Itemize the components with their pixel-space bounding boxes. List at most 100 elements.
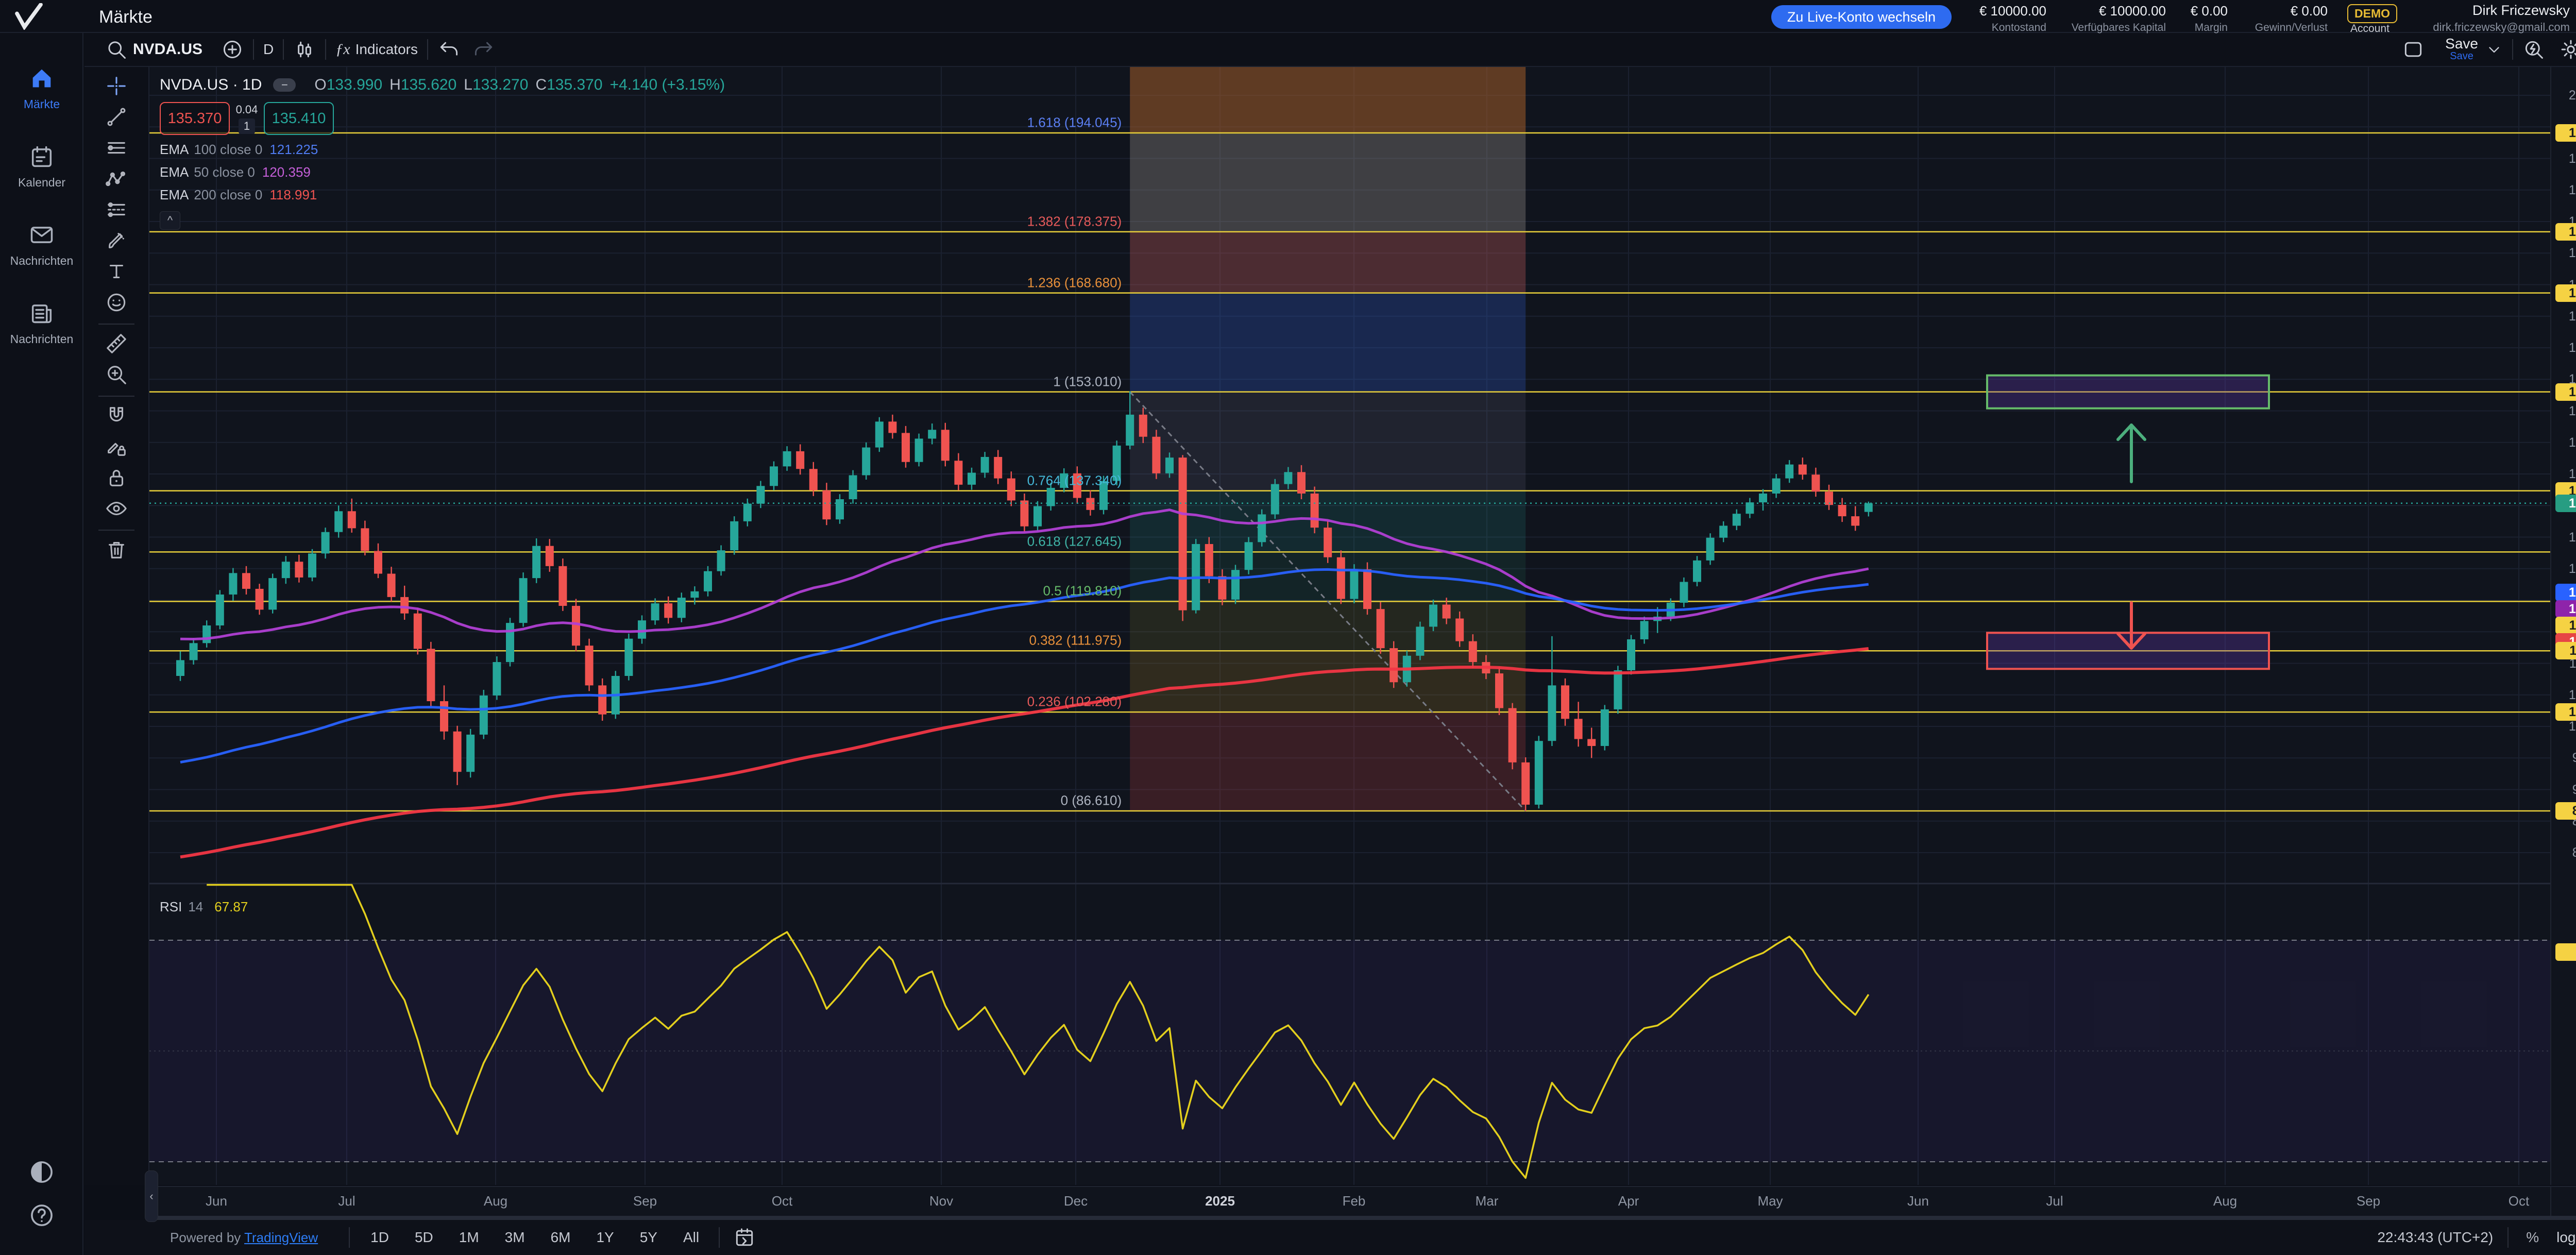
compare-add-icon[interactable] (221, 38, 244, 61)
toolbar-separator (253, 39, 254, 60)
object-tree-icon[interactable] (2402, 38, 2425, 61)
log-scale-button[interactable]: log (2556, 1229, 2575, 1246)
remove-all-tool[interactable] (105, 538, 128, 562)
rsi-legend[interactable]: RSI 14 67.87 (160, 899, 248, 915)
candlestick-chart[interactable] (149, 67, 2550, 1185)
brush-tool[interactable] (105, 229, 128, 252)
stat-verfuegbares-kapital: € 10000.00Verfügbares Kapital (2061, 3, 2166, 34)
price-level-label: 194.045 (2555, 124, 2576, 142)
powered-by: Powered by TradingView (170, 1230, 318, 1246)
stat-kontostand: € 10000.00Kontostand (1937, 3, 2046, 34)
fib-level-label: 0.382 (111.975) (1029, 633, 1122, 649)
trend-line-tool[interactable] (105, 105, 128, 129)
redo-icon[interactable] (472, 38, 495, 61)
time-axis[interactable]: JunJulAugSepOctNovDec2025FebMarAprMayJun… (149, 1186, 2550, 1216)
chart-area[interactable]: NVDA.US · 1D − O 133.990 H 135.620 L 133… (149, 67, 2550, 1185)
ema-100-legend[interactable]: EMA 100 close 0 121.225 (160, 142, 725, 158)
magnet-tool[interactable] (105, 404, 128, 428)
interval-button[interactable]: D (263, 41, 274, 58)
switch-to-live-button[interactable]: Zu Live-Konto wechseln (1771, 5, 1952, 29)
emoji-tool[interactable] (105, 291, 128, 314)
horizontal-line-tool[interactable] (105, 136, 128, 160)
rsi-tick-label: 40.00 (2551, 1099, 2576, 1114)
price-tick-label: 140.000 (2551, 467, 2576, 482)
undo-icon[interactable] (437, 38, 460, 61)
chevron-down-icon[interactable] (2485, 38, 2503, 61)
timeframe-1y[interactable]: 1Y (591, 1226, 619, 1249)
ruler-tool[interactable] (105, 332, 128, 355)
price-tick-label: 105.000 (2551, 688, 2576, 703)
percent-scale-button[interactable]: % (2526, 1229, 2539, 1246)
month-label: Sep (633, 1193, 657, 1209)
sell-button[interactable]: 135.370 (160, 102, 230, 135)
price-tick-label: 185.000 (2551, 183, 2576, 198)
toolbar-separator (2512, 39, 2513, 60)
demo-badge: DEMO (2347, 4, 2397, 23)
pane-divider[interactable] (149, 1216, 2576, 1220)
indicators-button[interactable]: ƒx Indicators (335, 41, 418, 58)
price-tick-label: 190.000 (2551, 151, 2576, 166)
toolbar-separator (98, 324, 134, 325)
legend-visibility-pill[interactable]: − (273, 78, 296, 92)
gear-icon[interactable] (2560, 38, 2576, 61)
buy-button[interactable]: 135.410 (264, 102, 334, 135)
timeframe-3m[interactable]: 3M (500, 1226, 530, 1249)
app-sidebar: Märkte Kalender Nachrichten Nachrichten (0, 33, 83, 1255)
price-axis[interactable]: 200.000190.000185.000180.000175.000170.0… (2550, 67, 2576, 1185)
sidebar-item-kalender-1[interactable]: Kalender (0, 143, 83, 190)
text-tool[interactable] (105, 260, 128, 283)
timeframe-1d[interactable]: 1D (365, 1226, 394, 1249)
sidebar-item-nachrichten-2[interactable]: Nachrichten (0, 222, 83, 268)
month-label: Apr (1618, 1193, 1639, 1209)
ohlc-close-label: C (535, 76, 547, 94)
timeframe-all[interactable]: All (678, 1226, 704, 1249)
drawing-toolbar (84, 67, 149, 1185)
legend-symbol[interactable]: NVDA.US · 1D (160, 76, 262, 94)
price-tick-label: 150.000 (2551, 404, 2576, 419)
save-button[interactable]: Save Save (2445, 37, 2478, 62)
ema-50-legend[interactable]: EMA 50 close 0 120.359 (160, 164, 725, 180)
quick-search-icon[interactable] (2522, 38, 2545, 61)
chart-legend: NVDA.US · 1D − O 133.990 H 135.620 L 133… (160, 76, 725, 230)
hide-all-tool[interactable] (105, 497, 128, 520)
legend-collapse-button[interactable]: ^ (160, 211, 180, 230)
clock[interactable]: 22:43:43 (UTC+2) (2377, 1229, 2493, 1246)
demo-account-label: Account (2347, 23, 2393, 35)
tradingview-link[interactable]: TradingView (244, 1230, 318, 1245)
symbol-search-button[interactable]: NVDA.US (133, 41, 202, 58)
lock-all-tool[interactable] (105, 466, 128, 489)
fib-retracement-tool[interactable] (105, 198, 128, 222)
month-label: Jun (1907, 1193, 1929, 1209)
fx-icon: ƒx (335, 41, 350, 58)
sidebar-item-märkte-0[interactable]: Märkte (0, 65, 83, 111)
timeframe-5y[interactable]: 5Y (635, 1226, 663, 1249)
search-icon[interactable] (105, 38, 128, 61)
price-level-label: 120.359 (2555, 600, 2576, 618)
chart-type-icon[interactable] (293, 38, 316, 61)
timeframe-5d[interactable]: 5D (410, 1226, 438, 1249)
month-label: Aug (484, 1193, 507, 1209)
price-tick-label: 160.000 (2551, 341, 2576, 355)
month-label: 2025 (1205, 1193, 1235, 1209)
toolbar-collapse-handle[interactable]: ‹ (145, 1171, 158, 1222)
crosshair-tool[interactable] (105, 74, 128, 98)
user-name: Dirk Friczewsky (2433, 3, 2570, 19)
sidebar-item-nachrichten-3[interactable]: Nachrichten (0, 300, 83, 346)
ema-200-legend[interactable]: EMA 200 close 0 118.991 (160, 187, 725, 203)
help-button[interactable] (0, 1201, 83, 1232)
broker-logo[interactable] (9, 3, 48, 30)
xabcd-pattern-tool[interactable] (105, 167, 128, 191)
zoom-in-tool[interactable] (105, 363, 128, 386)
go-to-date-icon[interactable] (733, 1226, 756, 1249)
price-tick-label: 145.000 (2551, 435, 2576, 450)
month-label: Oct (2509, 1193, 2529, 1209)
timeframe-6m[interactable]: 6M (546, 1226, 576, 1249)
timeframe-1m[interactable]: 1M (454, 1226, 484, 1249)
rsi-value-label: 67.87 (2555, 943, 2576, 961)
contrast-button[interactable] (0, 1158, 83, 1189)
rsi-tick-label: 50.00 (2551, 1044, 2576, 1059)
drawing-lock-tool[interactable] (105, 435, 128, 459)
user-info[interactable]: Dirk Friczewsky dirk.friczewsky@gmail.co… (2433, 3, 2570, 34)
calendar-icon (28, 143, 55, 170)
month-label: Feb (1343, 1193, 1366, 1209)
